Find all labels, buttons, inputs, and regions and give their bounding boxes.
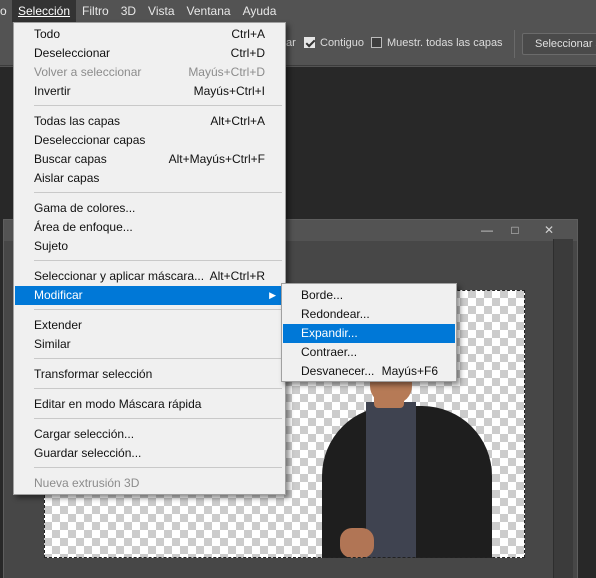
submenu-item-contraer[interactable]: Contraer... [283,343,455,362]
menu-ayuda[interactable]: Ayuda [237,0,283,22]
menu-item-shortcut: Ctrl+A [231,27,265,41]
person-hand [340,528,374,558]
menu-item-shortcut: Alt+Mayús+Ctrl+F [168,152,265,166]
menu-item-label: Nueva extrusión 3D [34,476,140,490]
menu-item-label: Redondear... [301,307,370,321]
menu-item-label: Volver a seleccionar [34,65,142,79]
menu-item-guardar-seleccion[interactable]: Guardar selección... [15,444,284,463]
menu-item-shortcut: Ctrl+D [230,46,265,60]
menu-item-label: Extender [34,318,83,332]
menu-item-modificar[interactable]: Modificar ▶ [15,286,284,305]
sample-all-layers-checkbox[interactable] [371,37,382,48]
menu-item-label: Gama de colores... [34,201,136,215]
menu-item-shortcut: Alt+Ctrl+A [210,114,265,128]
menu-item-similar[interactable]: Similar [15,335,284,354]
menu-item-label: Seleccionar y aplicar máscara... [34,269,205,283]
menu-item-deseleccionar-capas[interactable]: Deseleccionar capas [15,131,284,150]
submenu-item-borde[interactable]: Borde... [283,286,455,305]
submenu-arrow-icon: ▶ [269,290,276,300]
minimize-icon[interactable]: — [473,222,501,238]
menu-separator [34,358,282,359]
menu-separator [34,192,282,193]
menu-item-nueva-extrusion-3d: Nueva extrusión 3D [15,474,284,493]
menu-item-label: Área de enfoque... [34,220,133,234]
submenu-item-redondear[interactable]: Redondear... [283,305,455,324]
sample-all-layers-label: Muestr. todas las capas [387,37,503,49]
menu-separator [34,260,282,261]
menu-item-label: Guardar selección... [34,446,142,460]
submenu-item-expandir[interactable]: Expandir... [283,324,455,343]
menu-bar: o Selección Filtro 3D Vista Ventana Ayud… [0,0,596,22]
menu-item-label: Invertir [34,84,71,98]
menu-item-cargar-seleccion[interactable]: Cargar selección... [15,425,284,444]
menu-separator [34,309,282,310]
menu-item-label: Similar [34,337,71,351]
menu-item-label: Contraer... [301,345,358,359]
menu-item-label: Aislar capas [34,171,100,185]
menu-item-label: Desvanecer... [301,364,375,378]
menu-item-label: Transformar selección [34,367,153,381]
menu-edicion[interactable]: o [0,0,12,22]
menu-ventana[interactable]: Ventana [181,0,237,22]
menu-item-label: Borde... [301,288,344,302]
menu-separator [34,418,282,419]
menu-3d[interactable]: 3D [115,0,142,22]
menu-item-invertir[interactable]: Invertir Mayús+Ctrl+I [15,82,284,101]
menu-item-label: Deseleccionar capas [34,133,146,147]
contiguous-checkbox[interactable] [304,37,315,48]
menu-item-label: Modificar [34,288,83,302]
contiguous-label: Contiguo [320,37,365,49]
close-icon[interactable]: ✕ [535,222,563,238]
menu-vista[interactable]: Vista [142,0,180,22]
menu-item-buscar-capas[interactable]: Buscar capas Alt+Mayús+Ctrl+F [15,150,284,169]
menu-item-seleccionar-y-aplicar-mascara[interactable]: Seleccionar y aplicar máscara... Alt+Ctrl… [15,267,284,286]
menu-item-transformar-seleccion[interactable]: Transformar selección [15,365,284,384]
select-subject-button[interactable]: Seleccionar su [522,33,596,55]
menu-separator [34,388,282,389]
menu-item-gama-de-colores[interactable]: Gama de colores... [15,199,284,218]
menu-item-label: Todas las capas [34,114,121,128]
document-scrollbar[interactable] [553,239,573,578]
menu-item-editar-mascara-rapida[interactable]: Editar en modo Máscara rápida [15,395,284,414]
menu-item-aislar-capas[interactable]: Aislar capas [15,169,284,188]
menu-item-shortcut: Mayús+Ctrl+I [193,84,265,98]
menu-item-label: Editar en modo Máscara rápida [34,397,202,411]
options-partial-label: ar [286,37,296,49]
submenu-item-desvanecer[interactable]: Desvanecer... Mayús+F6 [283,362,455,381]
menu-item-label: Sujeto [34,239,69,253]
menu-item-shortcut: Alt+Ctrl+R [209,269,265,283]
menu-seleccion[interactable]: Selección [12,0,77,22]
modificar-submenu: Borde... Redondear... Expandir... Contra… [281,283,457,382]
menu-item-todas-las-capas[interactable]: Todas las capas Alt+Ctrl+A [15,112,284,131]
menu-item-todo[interactable]: Todo Ctrl+A [15,25,284,44]
menu-item-extender[interactable]: Extender [15,316,284,335]
menu-item-sujeto[interactable]: Sujeto [15,237,284,256]
menu-item-deseleccionar[interactable]: Deseleccionar Ctrl+D [15,44,284,63]
menu-separator [34,105,282,106]
menu-item-label: Deseleccionar [34,46,111,60]
menu-item-label: Todo [34,27,61,41]
menu-item-label: Buscar capas [34,152,107,166]
person-shirt [366,402,416,558]
maximize-icon[interactable]: □ [501,222,529,238]
menu-item-area-de-enfoque[interactable]: Área de enfoque... [15,218,284,237]
seleccion-menu: Todo Ctrl+A Deseleccionar Ctrl+D Volver a … [13,22,286,495]
menu-item-shortcut: Mayús+Ctrl+D [188,65,265,79]
menu-separator [34,467,282,468]
menu-item-shortcut: Mayús+F6 [381,364,438,378]
menu-filtro[interactable]: Filtro [76,0,115,22]
menu-seleccion-label: Selección [18,4,71,18]
menu-item-label: Expandir... [301,326,358,340]
options-divider [514,30,515,58]
menu-item-volver-a-seleccionar: Volver a seleccionar Mayús+Ctrl+D [15,63,284,82]
menu-item-label: Cargar selección... [34,427,135,441]
